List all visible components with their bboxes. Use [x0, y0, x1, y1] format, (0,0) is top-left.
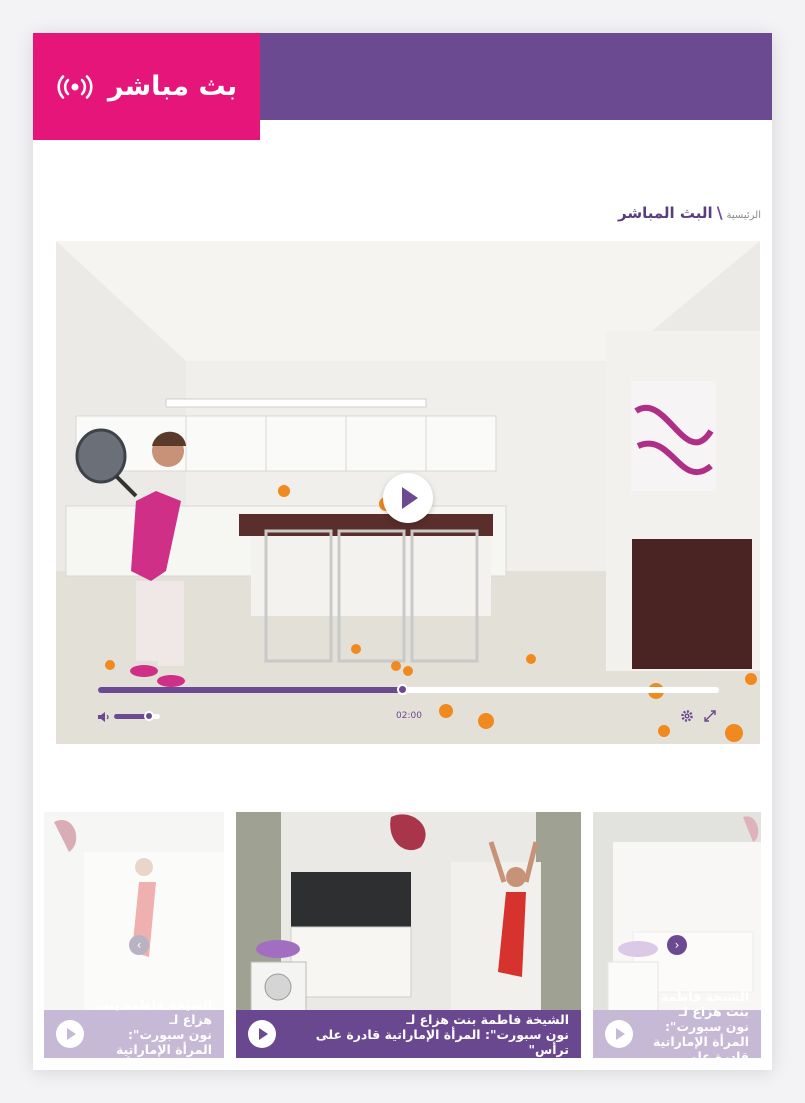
breadcrumb-home-link[interactable]: الرئيسية: [727, 210, 761, 221]
thumbnail-title[interactable]: الشيخة فاطمة بنت هزاع لـ نون سبورت": الم…: [643, 989, 749, 1058]
volume-handle[interactable]: [143, 711, 154, 721]
broadcast-icon: [56, 74, 94, 99]
play-button[interactable]: [383, 473, 433, 523]
chevron-right-icon[interactable]: ›: [667, 935, 687, 955]
live-badge: بث مباشر: [33, 33, 260, 140]
page-title: بث مباشر: [107, 71, 238, 102]
volume-slider[interactable]: [114, 711, 160, 721]
breadcrumb: الرئيسية \ البث المباشر: [618, 203, 761, 222]
thumbnail-caption: الشيخة فاطمة بنت هزاع لـ نون سبورت": الم…: [593, 989, 761, 1058]
settings-icon[interactable]: [680, 709, 694, 723]
time-display: 02:00: [396, 711, 422, 721]
breadcrumb-separator: \: [716, 203, 723, 222]
live-page-card: بث مباشر الرئيسية \ البث المباشر 02:00 ا…: [33, 33, 772, 1070]
breadcrumb-current: البث المباشر: [618, 204, 713, 222]
chevron-left-icon[interactable]: ‹: [129, 935, 149, 955]
thumbnail-caption: الشيخة فاطمة بنت هزاع لـ نون سبورت": الم…: [44, 997, 224, 1058]
volume-icon[interactable]: [98, 712, 110, 722]
fullscreen-icon[interactable]: [703, 709, 717, 723]
play-icon[interactable]: [605, 1020, 633, 1048]
progress-bar[interactable]: [98, 684, 719, 695]
thumbnail-title[interactable]: الشيخة فاطمة بنت هزاع لـ نون سبورت": الم…: [94, 997, 212, 1059]
progress-fill: [98, 687, 403, 693]
video-carousel: الشيخة فاطمة بنت هزاع لـ نون سبورت": الم…: [33, 812, 772, 1058]
thumbnail-caption: الشيخة فاطمة بنت هزاع لـ نون سبورت": الم…: [236, 1010, 581, 1058]
video-thumbnail[interactable]: الشيخة فاطمة بنت هزاع لـ نون سبورت": الم…: [236, 812, 581, 1058]
video-player[interactable]: 02:00: [56, 241, 760, 744]
play-icon[interactable]: [56, 1020, 84, 1048]
thumbnail-title[interactable]: الشيخة فاطمة بنت هزاع لـ نون سبورت": الم…: [286, 1012, 569, 1057]
play-icon[interactable]: [248, 1020, 276, 1048]
